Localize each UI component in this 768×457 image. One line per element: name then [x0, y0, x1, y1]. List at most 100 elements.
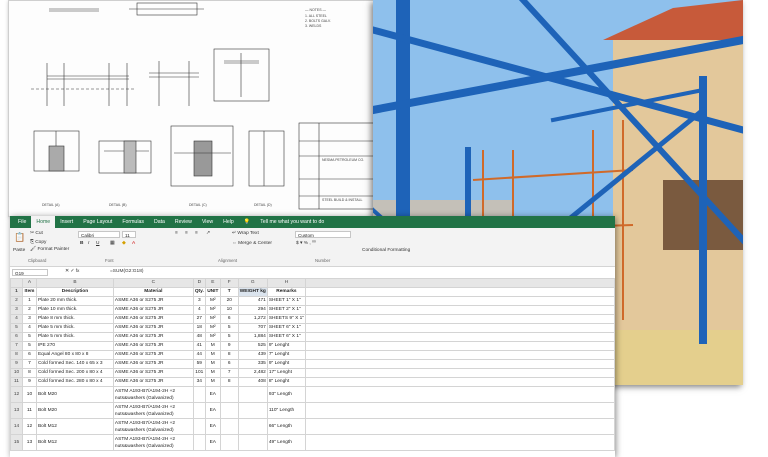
- column-header-h[interactable]: H: [266, 278, 307, 288]
- function-icon[interactable]: ✕ ✓ fx: [65, 269, 79, 274]
- table-cell[interactable]: Plate 8 mm thick.: [35, 314, 114, 324]
- row-header[interactable]: 2: [10, 296, 23, 306]
- table-cell[interactable]: 6: [21, 350, 37, 360]
- table-cell[interactable]: ASME A36 or S275 JR: [112, 341, 194, 351]
- table-cell[interactable]: Bolt M20: [35, 402, 114, 419]
- table-cell[interactable]: EA: [204, 434, 221, 451]
- table-cell[interactable]: IPE 270: [35, 341, 114, 351]
- row-header[interactable]: 9: [10, 359, 23, 369]
- header-cell[interactable]: WEIGHT kg: [237, 287, 268, 297]
- table-cell[interactable]: 6: [219, 359, 239, 369]
- table-cell[interactable]: M²: [204, 296, 221, 306]
- table-cell[interactable]: 101: [192, 368, 206, 378]
- table-cell[interactable]: 5: [219, 332, 239, 342]
- table-cell[interactable]: ASME A36 or S275 JR: [112, 377, 194, 387]
- table-cell[interactable]: 34: [192, 377, 206, 387]
- formula-input[interactable]: =SUM(G2:G18): [110, 269, 143, 274]
- borders-icon[interactable]: ▦: [110, 241, 115, 246]
- table-cell[interactable]: 5: [21, 341, 37, 351]
- tab-file[interactable]: File: [13, 216, 31, 228]
- row-header[interactable]: 4: [10, 314, 23, 324]
- row-header[interactable]: 6: [10, 332, 23, 342]
- table-cell[interactable]: 7: [219, 368, 239, 378]
- table-cell[interactable]: Plate 20 mm thick.: [35, 296, 114, 306]
- table-cell[interactable]: 17" Lenght: [266, 368, 307, 378]
- tell-me-search[interactable]: Tell me what you want to do: [255, 216, 329, 228]
- currency-icon[interactable]: $ ▾ % , ⁰⁰: [296, 241, 316, 246]
- table-cell[interactable]: 8: [219, 377, 239, 387]
- table-cell[interactable]: Plate 5 mm thick.: [35, 323, 114, 333]
- conditional-formatting-button[interactable]: Conditional Formatting: [362, 248, 410, 253]
- table-cell[interactable]: SHEET 6" X 1": [266, 332, 307, 342]
- paste-icon[interactable]: 📋: [14, 232, 25, 243]
- row-header[interactable]: 8: [10, 350, 23, 360]
- empty-cell[interactable]: [305, 418, 615, 435]
- table-cell[interactable]: Bolt M20: [35, 386, 114, 403]
- row-header[interactable]: 5: [10, 323, 23, 333]
- row-header[interactable]: 10: [10, 368, 23, 378]
- header-cell[interactable]: UNIT: [204, 287, 221, 297]
- header-cell[interactable]: Qty.: [192, 287, 206, 297]
- tab-help[interactable]: Help: [218, 216, 239, 228]
- tab-home[interactable]: Home: [31, 216, 56, 228]
- table-cell[interactable]: 110" Length: [266, 402, 307, 419]
- table-cell[interactable]: 10: [21, 386, 37, 403]
- wrap-text-button[interactable]: ↵ Wrap Text: [232, 231, 259, 236]
- table-cell[interactable]: 8: [21, 368, 37, 378]
- empty-cell[interactable]: [305, 368, 615, 378]
- empty-cell[interactable]: [305, 386, 615, 403]
- tab-insert[interactable]: Insert: [55, 216, 78, 228]
- row-header[interactable]: 11: [10, 377, 23, 387]
- table-cell[interactable]: ASME A36 or S275 JR: [112, 359, 194, 369]
- table-cell[interactable]: M: [204, 341, 221, 351]
- table-cell[interactable]: 9: [21, 377, 37, 387]
- table-cell[interactable]: 6: [219, 314, 239, 324]
- column-header-f[interactable]: F: [219, 278, 239, 288]
- row-header[interactable]: 3: [10, 305, 23, 315]
- row-header[interactable]: 12: [10, 386, 23, 403]
- table-cell[interactable]: Cold formed Sec. 200 x 80 x 4: [35, 368, 114, 378]
- row-header[interactable]: 15: [10, 434, 23, 451]
- table-cell[interactable]: [192, 418, 206, 435]
- table-cell[interactable]: 12: [21, 418, 37, 435]
- table-cell[interactable]: ASME A36 or S275 JR: [112, 332, 194, 342]
- empty-cell[interactable]: [305, 377, 615, 387]
- table-cell[interactable]: 2,482: [237, 368, 268, 378]
- table-cell[interactable]: Plate 5 mm thick.: [35, 332, 114, 342]
- table-cell[interactable]: [192, 434, 206, 451]
- merge-center-button[interactable]: ⇔ Merge & Center: [232, 241, 272, 246]
- tab-review[interactable]: Review: [170, 216, 197, 228]
- table-cell[interactable]: 13: [21, 434, 37, 451]
- table-cell[interactable]: Equal Angel 80 x 80 x 8: [35, 350, 114, 360]
- table-cell[interactable]: SHEET 6" X 1": [266, 323, 307, 333]
- table-cell[interactable]: 7" Lenght: [266, 350, 307, 360]
- table-cell[interactable]: M: [204, 359, 221, 369]
- empty-cell[interactable]: [305, 350, 615, 360]
- table-cell[interactable]: 20: [219, 296, 239, 306]
- table-cell[interactable]: 4: [192, 305, 206, 315]
- format-painter-button[interactable]: 🖌 Format Painter: [30, 247, 69, 252]
- underline-button[interactable]: U: [96, 241, 99, 246]
- table-cell[interactable]: M²: [204, 314, 221, 324]
- table-cell[interactable]: [237, 434, 268, 451]
- table-cell[interactable]: 3: [192, 296, 206, 306]
- table-cell[interactable]: EA: [204, 386, 221, 403]
- tab-page-layout[interactable]: Page Layout: [78, 216, 117, 228]
- table-cell[interactable]: 4: [21, 323, 37, 333]
- row-header[interactable]: 13: [10, 402, 23, 419]
- table-cell[interactable]: 59: [192, 359, 206, 369]
- tab-formulas[interactable]: Formulas: [117, 216, 149, 228]
- italic-button[interactable]: I: [88, 241, 89, 246]
- table-cell[interactable]: 9" Lenght: [266, 359, 307, 369]
- row-header[interactable]: 1: [10, 287, 23, 297]
- table-cell[interactable]: [237, 386, 268, 403]
- table-cell[interactable]: [219, 386, 239, 403]
- table-cell[interactable]: [219, 434, 239, 451]
- row-header[interactable]: 14: [10, 418, 23, 435]
- table-cell[interactable]: 9" Lenght: [266, 341, 307, 351]
- table-cell[interactable]: 41: [192, 341, 206, 351]
- empty-cell[interactable]: [305, 332, 615, 342]
- table-cell[interactable]: 408: [237, 377, 268, 387]
- table-cell[interactable]: ASTM A193-B7/A194-2H +2 nuts&washers (Ga…: [112, 386, 194, 403]
- bold-button[interactable]: B: [80, 241, 83, 246]
